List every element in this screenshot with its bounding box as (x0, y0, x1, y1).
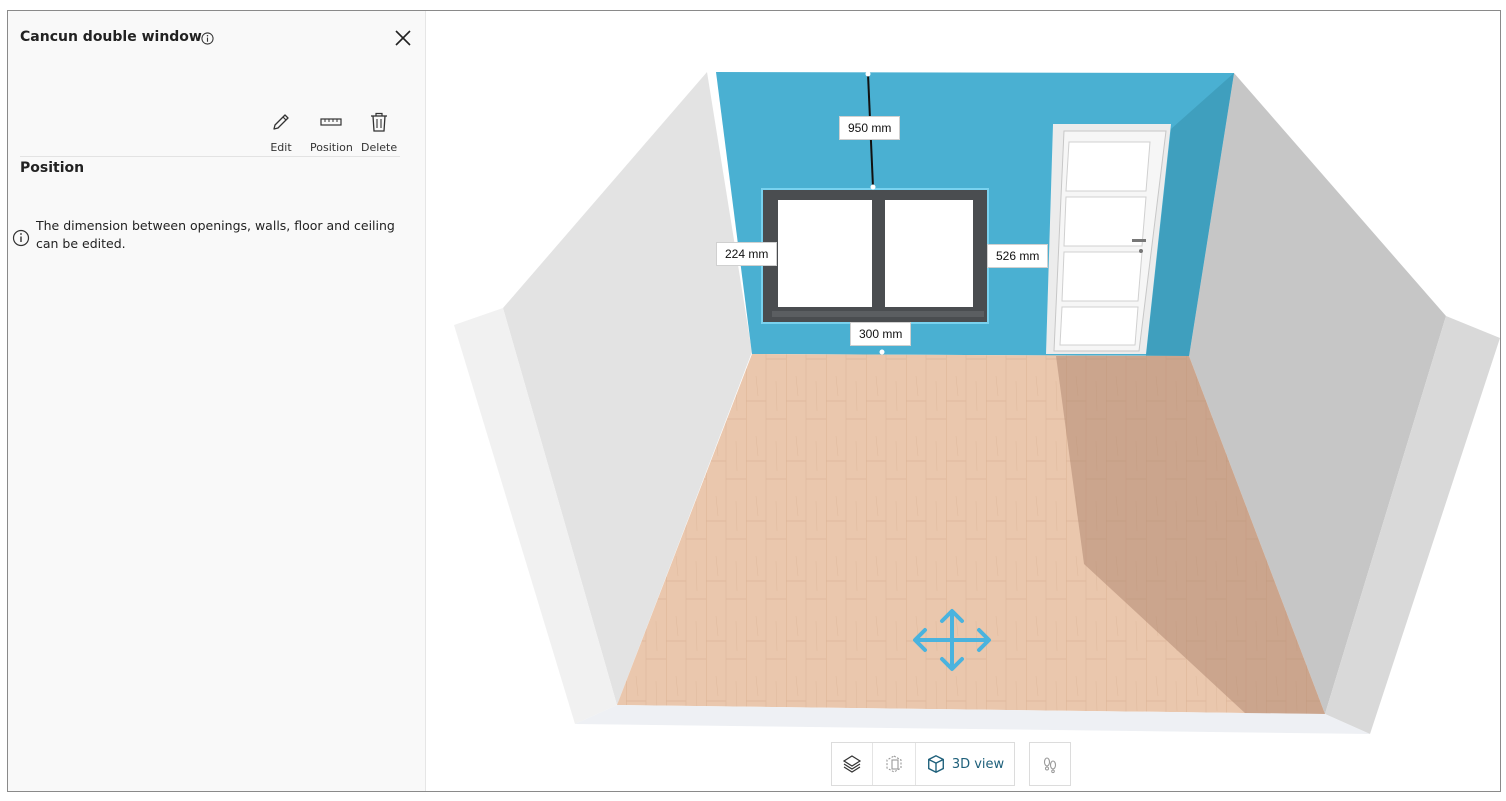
close-icon[interactable] (392, 27, 414, 49)
dimension-top-label[interactable]: 950 mm (839, 116, 901, 140)
3d-view-button[interactable]: 3D view (916, 743, 1014, 785)
edit-button[interactable]: Edit (270, 111, 292, 154)
window-pane-right (885, 200, 973, 307)
pencil-icon (273, 114, 289, 130)
info-icon[interactable] (201, 32, 214, 45)
dimension-bottom-label[interactable]: 300 mm (850, 322, 912, 346)
panel-title: Cancun double window (20, 29, 202, 45)
delete-button[interactable]: Delete (361, 111, 397, 154)
door-glass-4 (1059, 306, 1139, 346)
box-outline-icon (886, 755, 902, 773)
panel-divider (20, 156, 400, 157)
layers-icon (842, 755, 862, 773)
dimension-point (879, 349, 885, 355)
notice-text: The dimension between openings, walls, f… (36, 218, 395, 251)
section-heading: Position (20, 160, 85, 176)
door-glass-3 (1061, 251, 1143, 302)
cube-3d-icon (927, 755, 944, 773)
ruler-icon (320, 118, 343, 126)
footprints-icon (1043, 757, 1057, 774)
door-glass-2 (1063, 196, 1147, 247)
dimension-left-label[interactable]: 224 mm (716, 242, 778, 266)
app-frame: Cancun double window Edit Position Delet… (7, 10, 1501, 792)
door-glass-1 (1065, 141, 1151, 192)
layers-view-button[interactable] (832, 743, 873, 785)
window-sill (772, 311, 984, 317)
properties-panel: Cancun double window Edit Position Delet… (8, 11, 426, 791)
dimension-right-label[interactable]: 526 mm (987, 244, 1049, 268)
door-handle (1132, 239, 1146, 242)
view-toolbar: 3D view (831, 742, 1015, 786)
trash-icon (371, 112, 388, 132)
position-button[interactable]: Position (310, 111, 353, 154)
2d-view-button[interactable] (873, 743, 916, 785)
dimension-point (865, 71, 871, 77)
notice-info-icon (12, 229, 30, 247)
position-label: Position (310, 141, 353, 154)
delete-label: Delete (361, 141, 398, 154)
room-scene[interactable] (426, 11, 1501, 792)
3d-viewport[interactable]: 950 mm 224 mm 526 mm 300 mm 3D view (426, 11, 1500, 791)
window-pane-left (778, 200, 872, 307)
edit-label: Edit (270, 141, 292, 154)
door-lock (1139, 249, 1143, 253)
walkthrough-button[interactable] (1029, 742, 1071, 786)
3d-view-label: 3D view (951, 756, 1005, 772)
dimension-point (870, 184, 876, 190)
